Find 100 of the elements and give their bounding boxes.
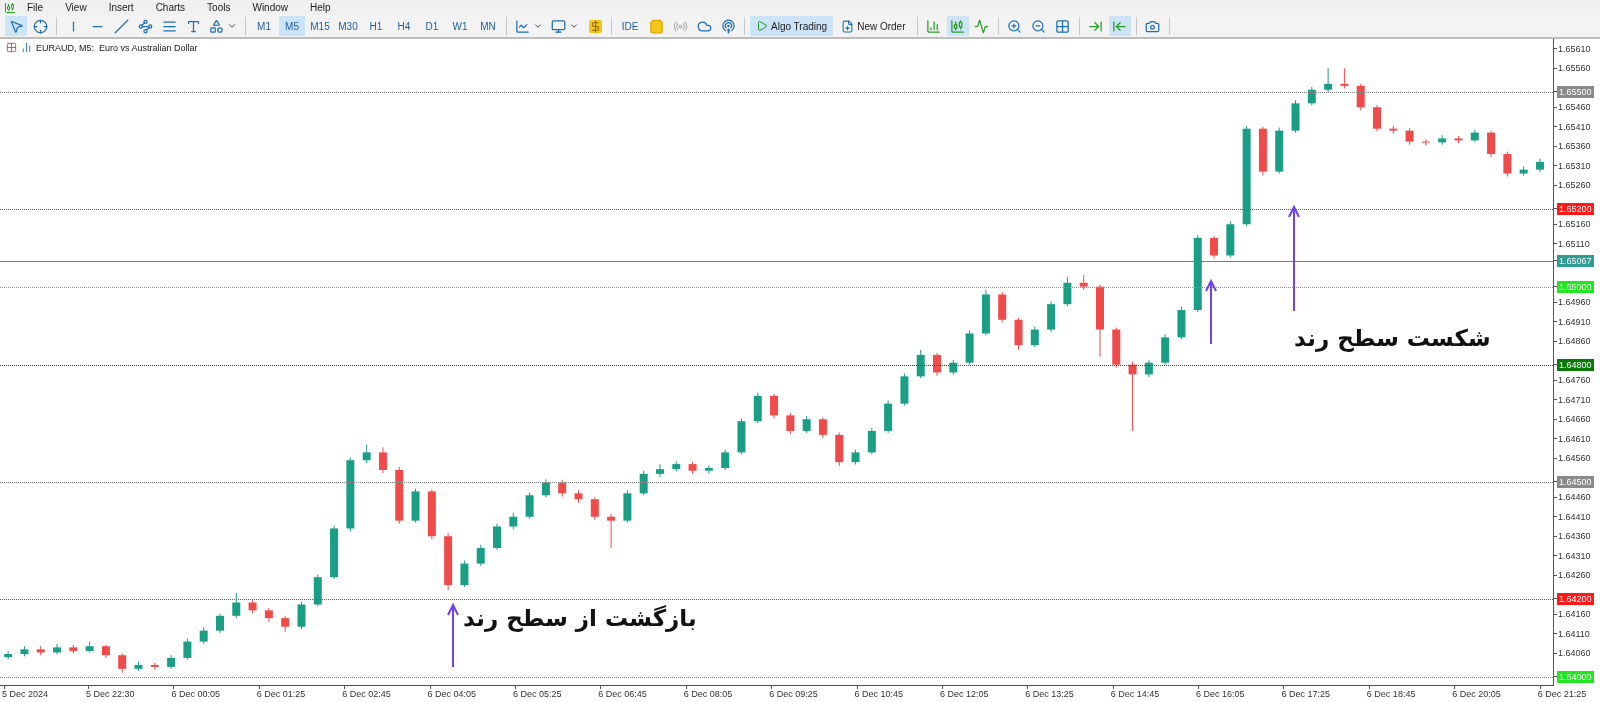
price-level-label: 1.65500 — [1557, 85, 1594, 98]
timeframe-button[interactable]: M15 — [307, 16, 333, 36]
candlestick — [639, 470, 648, 496]
play-icon — [756, 20, 768, 32]
price-label: 1.65610 — [1557, 43, 1591, 54]
app-logo-icon — [4, 1, 16, 14]
candlestick — [362, 444, 371, 464]
price-level-label: 1.65067 — [1557, 254, 1594, 267]
time-label: 6 Dec 05:25 — [512, 689, 562, 699]
price-level-label: 1.65200 — [1557, 202, 1594, 215]
menu-item[interactable]: Insert — [97, 2, 145, 13]
candlestick — [1324, 67, 1333, 93]
price-label: 1.64660 — [1557, 414, 1591, 425]
time-label: 6 Dec 17:25 — [1281, 689, 1330, 699]
candlestick — [770, 393, 779, 419]
price-label: 1.64410 — [1557, 511, 1591, 522]
menu-item[interactable]: File — [16, 2, 55, 13]
time-label: 6 Dec 09:25 — [769, 689, 818, 699]
candlestick — [476, 544, 485, 567]
timeframe-button[interactable]: W1 — [447, 16, 473, 36]
price-level-label: 1.64800 — [1557, 358, 1594, 371]
candlestick — [590, 496, 599, 521]
candlestick — [1210, 235, 1219, 260]
grid-icon — [6, 42, 17, 53]
price-label: 1.65460 — [1557, 102, 1591, 113]
menu-item[interactable]: Tools — [196, 2, 242, 13]
candlestick — [525, 492, 534, 520]
price-label: 1.64460 — [1557, 492, 1591, 503]
price-level-label: 1.64500 — [1557, 475, 1594, 488]
candlestick — [4, 650, 13, 660]
time-label: 6 Dec 04:05 — [427, 689, 477, 699]
price-label: 1.65560 — [1557, 63, 1591, 74]
candlestick — [1340, 67, 1349, 90]
timeframe-button[interactable]: MN — [475, 16, 501, 36]
menu-item[interactable]: Charts — [144, 2, 197, 13]
candlestick — [1421, 138, 1430, 146]
price-label: 1.64260 — [1557, 570, 1591, 581]
menu-item[interactable]: View — [54, 2, 98, 13]
timeframe-button[interactable]: M30 — [335, 16, 361, 36]
price-label: 1.64110 — [1557, 628, 1590, 639]
timeframe-button[interactable]: M5 — [279, 16, 305, 36]
candlestick — [655, 463, 664, 478]
time-label: 6 Dec 18:45 — [1366, 689, 1416, 699]
timeframe-button[interactable]: M1 — [251, 16, 277, 36]
price-level-label: 1.64000 — [1557, 670, 1594, 683]
pointer-icon[interactable] — [5, 16, 27, 36]
annotation-text: شکست سطح رند — [1294, 325, 1491, 351]
candlestick — [1487, 130, 1496, 158]
price-label: 1.64760 — [1557, 375, 1591, 386]
arrow-left-icon[interactable] — [1108, 16, 1131, 36]
candlestick — [53, 643, 62, 655]
algo-trading-button[interactable]: Algo Trading — [750, 16, 834, 36]
timeframe-button[interactable]: H4 — [391, 16, 417, 36]
candlestick — [704, 464, 713, 475]
price-label: 1.64310 — [1557, 550, 1591, 561]
price-label: 1.64560 — [1557, 453, 1591, 464]
time-label: 6 Dec 08:05 — [683, 689, 733, 699]
candlestick — [1373, 104, 1381, 132]
candlestick-icon[interactable] — [946, 16, 969, 36]
candlestick — [818, 416, 827, 439]
menu-item[interactable]: Help — [299, 2, 342, 13]
time-label: 5 Dec 22:30 — [86, 689, 135, 699]
time-label: 6 Dec 20:05 — [1452, 689, 1501, 699]
candlestick — [1503, 151, 1512, 178]
timeframe-button[interactable]: H1 — [363, 16, 389, 36]
menu-item[interactable]: Window — [241, 2, 300, 13]
candlestick — [1307, 86, 1316, 106]
time-label: 6 Dec 14:45 — [1110, 689, 1160, 699]
price-level-label: 1.65000 — [1557, 280, 1594, 293]
annotation-text: بازگشت از سطح رند — [463, 605, 697, 631]
candlestick — [216, 612, 224, 634]
candlestick — [297, 601, 306, 630]
price-label: 1.64960 — [1557, 297, 1591, 308]
time-label: 5 Dec 2024 — [2, 689, 49, 699]
candlestick — [1030, 325, 1039, 348]
price-label: 1.65360 — [1557, 141, 1591, 152]
annotation-arrow — [447, 602, 459, 668]
candlestick — [933, 352, 942, 377]
price-label: 1.64610 — [1557, 433, 1591, 444]
file-plus-icon — [841, 19, 855, 33]
price-label: 1.64910 — [1557, 316, 1591, 327]
candlestick — [867, 427, 876, 455]
price-label: 1.64360 — [1557, 531, 1591, 542]
candlestick — [378, 446, 387, 474]
ide-button[interactable]: IDE — [617, 16, 643, 36]
price-label: 1.64860 — [1557, 336, 1591, 347]
price-label: 1.65160 — [1557, 219, 1591, 230]
candlestick — [1356, 83, 1365, 111]
chart-icon — [21, 42, 32, 53]
candlestick — [607, 513, 616, 549]
price-label: 1.64060 — [1557, 648, 1591, 659]
time-label: 6 Dec 01:25 — [256, 689, 306, 699]
candlestick — [493, 523, 502, 551]
price-label: 1.65110 — [1557, 238, 1590, 249]
new-order-button[interactable]: New Order — [835, 16, 912, 36]
time-label: 6 Dec 21:25 — [1537, 689, 1587, 699]
price-level-label: 1.64200 — [1557, 592, 1594, 605]
time-label: 6 Dec 06:45 — [598, 689, 647, 699]
timeframe-button[interactable]: D1 — [419, 16, 445, 36]
chart-title: EURAUD, M5: Euro vs Australian Dollar — [36, 42, 198, 53]
